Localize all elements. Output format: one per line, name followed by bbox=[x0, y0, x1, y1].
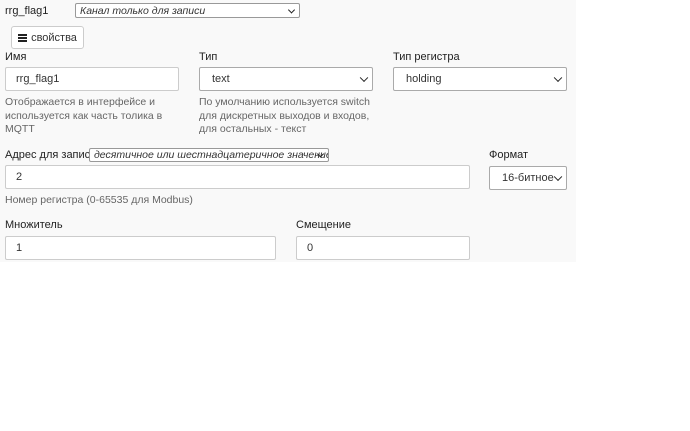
chevron-down-icon bbox=[553, 172, 563, 182]
channel-mode-value: Канал только для записи bbox=[80, 4, 206, 17]
address-mode-value: десятичное или шестнадцатеричное значени… bbox=[94, 149, 329, 161]
chevron-down-icon bbox=[359, 73, 369, 83]
offset-label: Смещение bbox=[296, 219, 352, 231]
multiplier-input-value: 1 bbox=[16, 242, 23, 254]
chevron-down-icon bbox=[287, 5, 296, 14]
type-select-value: text bbox=[212, 73, 230, 85]
properties-button[interactable]: свойства bbox=[11, 26, 84, 49]
chevron-down-icon bbox=[553, 73, 563, 83]
name-label: Имя bbox=[5, 51, 27, 63]
name-input-value: rrg_flag1 bbox=[16, 73, 60, 85]
list-icon bbox=[18, 33, 28, 42]
address-mode-select[interactable]: десятичное или шестнадцатеричное значени… bbox=[89, 148, 329, 162]
type-select[interactable]: text bbox=[199, 67, 373, 91]
write-address-label: Адрес для записи bbox=[5, 149, 97, 161]
register-type-select[interactable]: holding bbox=[393, 67, 567, 91]
format-select-value: 16-битное bbox=[502, 172, 554, 184]
offset-input[interactable]: 0 bbox=[296, 236, 470, 260]
channel-mode-select[interactable]: Канал только для записи bbox=[75, 3, 300, 18]
write-address-input[interactable]: 2 bbox=[5, 165, 470, 189]
channel-name-title: rrg_flag1 bbox=[5, 5, 49, 17]
multiplier-input[interactable]: 1 bbox=[5, 236, 276, 260]
channel-editor-panel: rrg_flag1 Канал только для записи свойст… bbox=[0, 0, 576, 262]
name-input[interactable]: rrg_flag1 bbox=[5, 67, 179, 91]
name-help-text: Отображается в интерфейсе и используется… bbox=[5, 96, 163, 135]
properties-button-label: свойства bbox=[31, 31, 77, 44]
format-label: Формат bbox=[489, 149, 529, 161]
type-label: Тип bbox=[199, 51, 218, 63]
multiplier-label: Множитель bbox=[5, 219, 63, 231]
register-type-label: Тип регистра bbox=[393, 51, 460, 63]
write-address-input-value: 2 bbox=[16, 171, 23, 183]
offset-input-value: 0 bbox=[307, 242, 314, 254]
format-select[interactable]: 16-битное bbox=[489, 166, 567, 190]
type-help-text: По умолчанию используется switch для дис… bbox=[199, 96, 370, 135]
write-address-help-text: Номер регистра (0-65535 для Modbus) bbox=[5, 194, 193, 206]
register-type-select-value: holding bbox=[406, 73, 442, 85]
